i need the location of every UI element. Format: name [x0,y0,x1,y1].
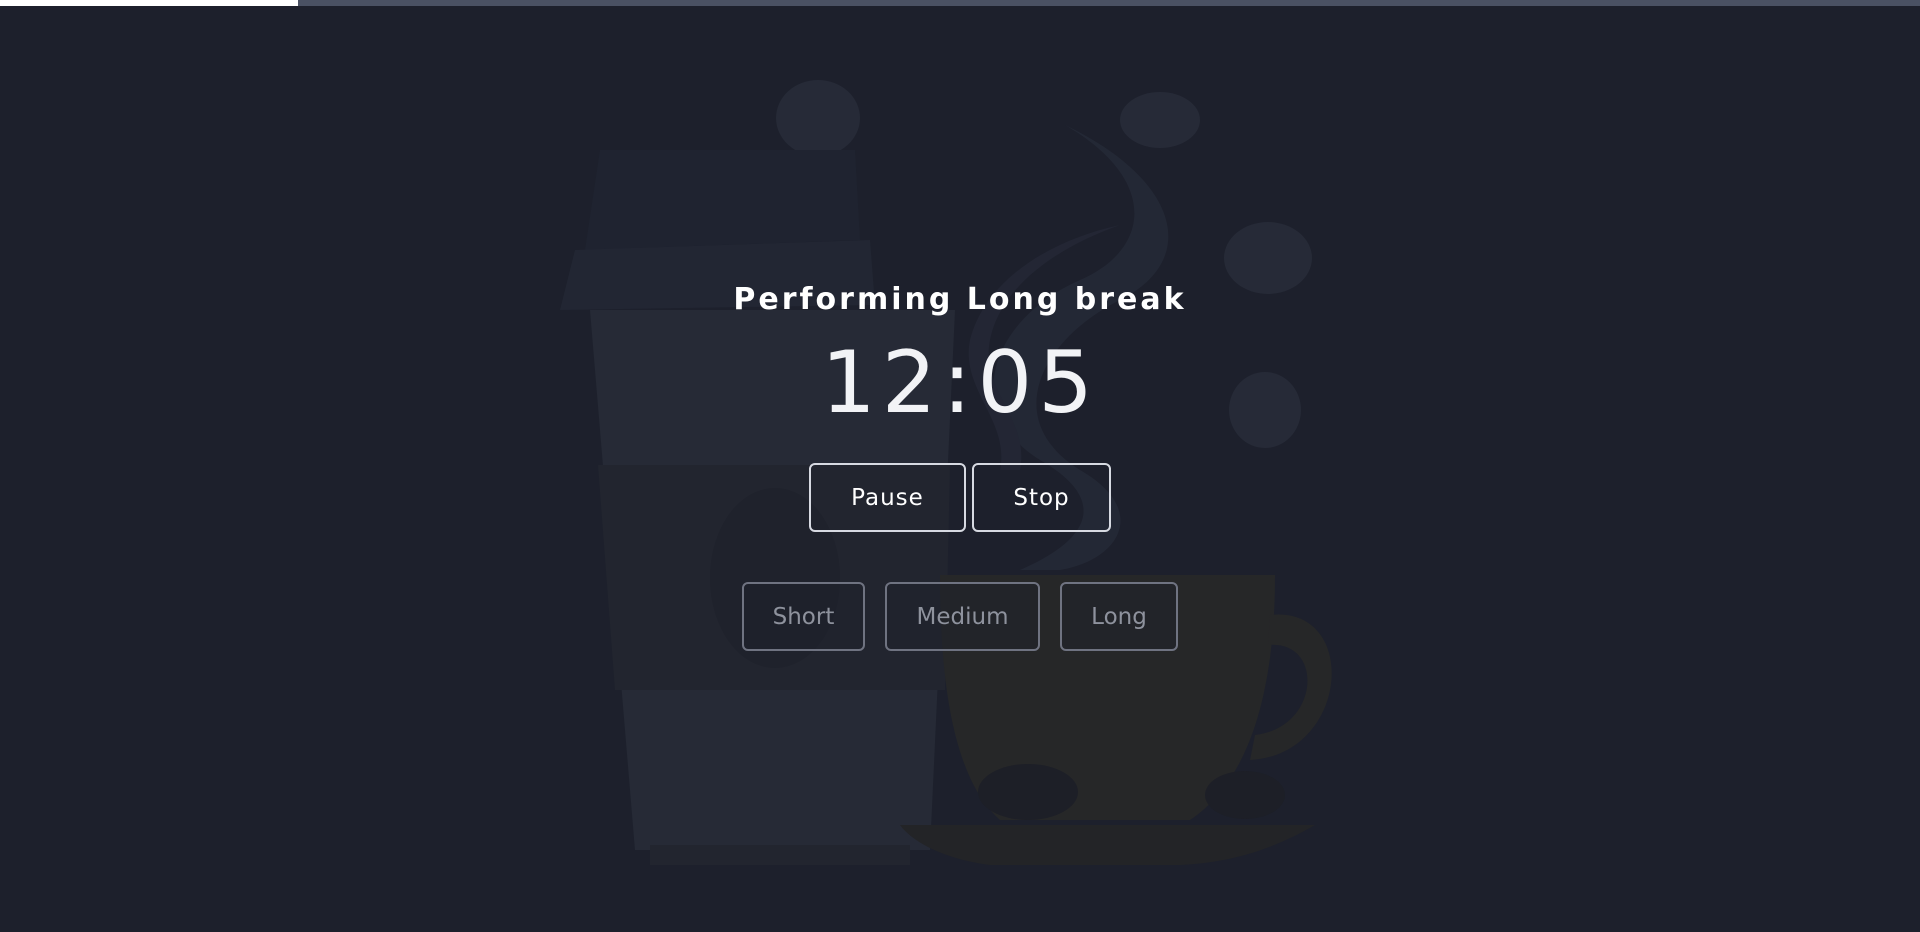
medium-mode-button[interactable]: Medium [885,582,1040,651]
timer-display: 12:05 [821,333,1099,433]
timer-panel: Performing Long break 12:05 Pause Stop S… [0,0,1920,932]
pause-button[interactable]: Pause [809,463,966,532]
long-mode-button[interactable]: Long [1060,582,1178,651]
timer-status: Performing Long break [733,282,1187,317]
short-mode-button[interactable]: Short [742,582,865,651]
stop-button[interactable]: Stop [972,463,1111,532]
pomodoro-page: Performing Long break 12:05 Pause Stop S… [0,0,1920,932]
